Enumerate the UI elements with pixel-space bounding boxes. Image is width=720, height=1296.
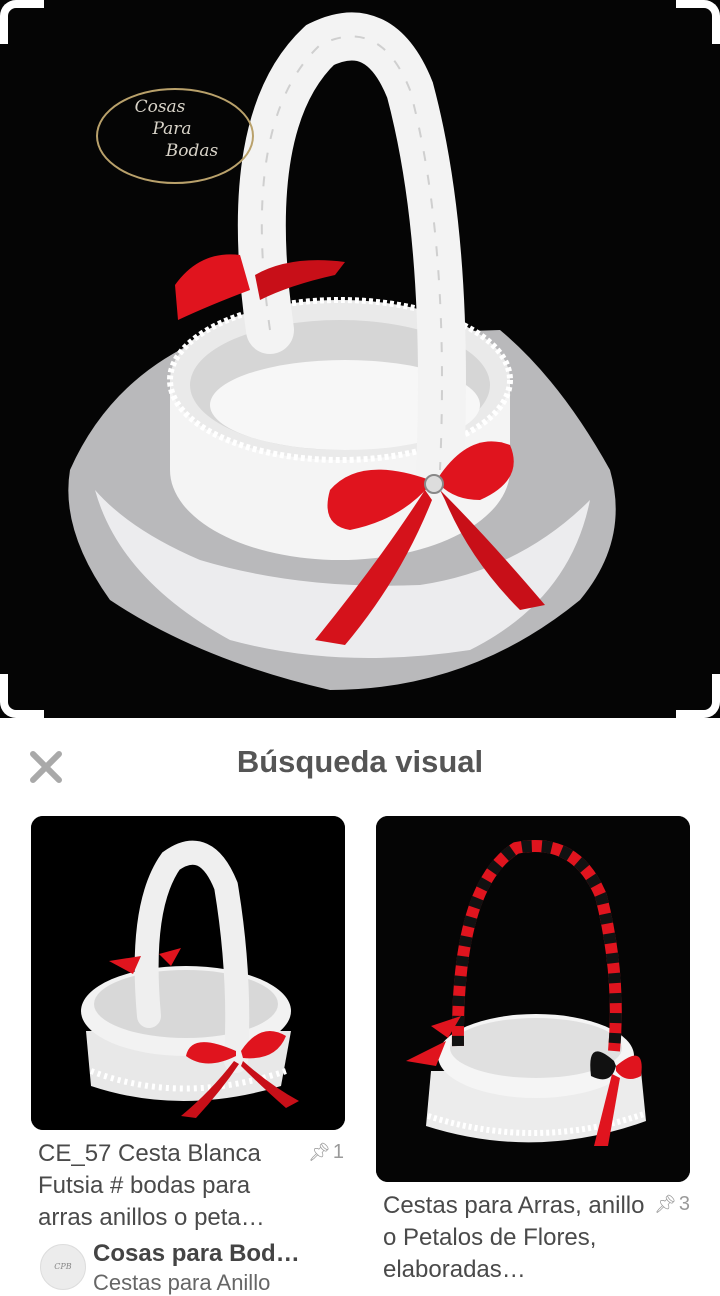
logo-line-2: Para	[152, 119, 192, 139]
crop-corner-top-left[interactable]	[0, 0, 44, 44]
crop-corner-bottom-left[interactable]	[0, 674, 44, 718]
result-image-2[interactable]	[376, 816, 690, 1182]
basket-thumb-white	[31, 816, 345, 1130]
save-count-value-2: 3	[678, 1193, 690, 1215]
crop-corner-bottom-right[interactable]	[676, 674, 720, 718]
pin-icon: 📌︎	[654, 1194, 677, 1214]
save-count-value-1: 1	[332, 1141, 344, 1163]
panel-title: Búsqueda visual	[236, 744, 484, 779]
save-count-1: 📌︎ 1	[308, 1141, 344, 1164]
board-subtitle: Cestas para Anillo	[93, 1270, 271, 1295]
logo-line-1: Cosas	[134, 97, 186, 117]
hero-photo[interactable]: Cosas Para Bodas	[0, 0, 720, 718]
board-avatar[interactable]: CPB	[40, 1244, 86, 1290]
result-description-2[interactable]: Cestas para Arras, anillo o Petalos de F…	[383, 1190, 645, 1286]
pin-icon: 📌︎	[308, 1142, 331, 1162]
result-description-1[interactable]: CE_57 Cesta Blanca Futsia # bodas para a…	[38, 1138, 300, 1234]
basket-thumb-red-black	[376, 816, 690, 1182]
watermark-logo: Cosas Para Bodas	[96, 88, 254, 184]
save-count-2: 📌︎ 3	[654, 1193, 690, 1216]
result-image-1[interactable]	[31, 816, 345, 1130]
board-name[interactable]: Cosas para Bod…	[93, 1240, 300, 1268]
crop-corner-top-right[interactable]	[676, 0, 720, 44]
logo-line-3: Bodas	[165, 141, 219, 161]
